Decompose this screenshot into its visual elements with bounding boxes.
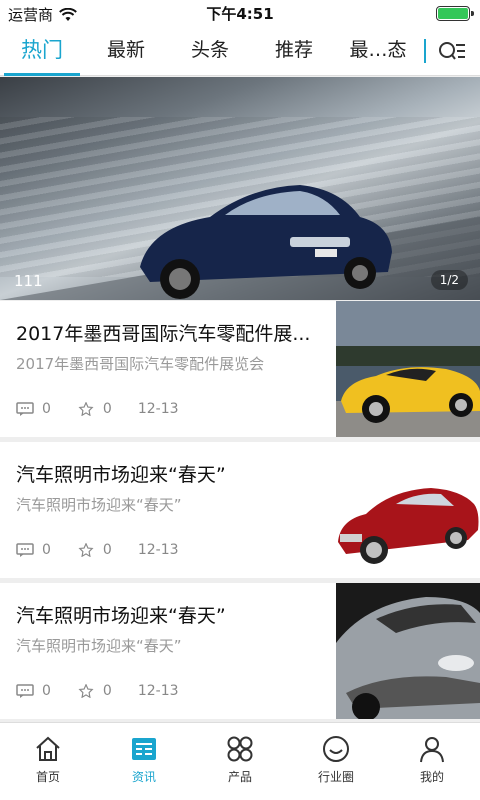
battery-icon <box>436 6 474 21</box>
tab-latest-news[interactable]: 最…态 <box>336 26 420 76</box>
news-icon <box>132 738 156 760</box>
home-icon <box>36 736 60 761</box>
news-date: 12-13 <box>137 683 179 699</box>
news-title: 汽车照明市场迎来“春天” <box>16 464 226 486</box>
banner-caption: 111 <box>14 272 43 290</box>
comment-count: 0 <box>42 542 51 558</box>
banner-pager: 1/2 <box>430 270 468 290</box>
news-item[interactable]: 2017年墨西哥国际汽车零配件展... 2017年墨西哥国际汽车零配件展览会 0… <box>0 301 480 437</box>
news-summary: 汽车照明市场迎来“春天” <box>16 496 182 514</box>
nav-news-label: 资讯 <box>131 770 156 784</box>
banner-carousel[interactable]: 111 1/2 <box>0 77 480 300</box>
tab-headlines[interactable]: 头条 <box>168 26 252 76</box>
star-icon <box>78 402 94 416</box>
news-meta: 0 0 12-13 <box>16 542 179 558</box>
news-item[interactable]: 汽车照明市场迎来“春天” 汽车照明市场迎来“春天” 0 0 12-13 <box>0 583 480 719</box>
news-meta: 0 0 12-13 <box>16 683 179 699</box>
category-tabs: 热门 最新 头条 推荐 最…态 <box>0 26 480 76</box>
nav-products[interactable]: 产品 <box>192 723 288 800</box>
star-count: 0 <box>102 401 112 417</box>
tab-hot[interactable]: 热门 <box>0 26 84 76</box>
grid-icon <box>227 736 253 762</box>
nav-industry-circle[interactable]: 行业圈 <box>288 723 384 800</box>
comment-icon <box>16 402 34 416</box>
nav-profile-label: 我的 <box>419 770 444 784</box>
news-thumbnail <box>336 583 480 719</box>
app-screen: 运营商 下午4:51 热门 最新 头条 推荐 最…态 111 1/2 2017年… <box>0 0 480 800</box>
nav-news[interactable]: 资讯 <box>96 723 192 800</box>
comment-icon <box>16 543 34 557</box>
news-date: 12-13 <box>137 542 179 558</box>
yellow-car-image <box>336 301 480 437</box>
tab-divider <box>424 39 426 63</box>
news-date: 12-13 <box>137 401 179 417</box>
comment-icon <box>16 684 34 698</box>
status-bar: 运营商 下午4:51 <box>0 0 480 26</box>
news-thumbnail <box>336 301 480 437</box>
nav-products-label: 产品 <box>227 770 252 784</box>
star-icon <box>78 543 94 557</box>
tab-latest[interactable]: 最新 <box>84 26 168 76</box>
comment-count: 0 <box>42 683 51 699</box>
banner-car-image <box>0 185 480 300</box>
red-car-image <box>336 442 480 578</box>
news-summary: 2017年墨西哥国际汽车零配件展览会 <box>16 355 265 373</box>
news-title: 汽车照明市场迎来“春天” <box>16 605 226 627</box>
status-time: 下午4:51 <box>206 5 274 23</box>
nav-profile[interactable]: 我的 <box>384 723 480 800</box>
star-count: 0 <box>102 683 112 699</box>
news-item[interactable]: 汽车照明市场迎来“春天” 汽车照明市场迎来“春天” 0 0 12-13 <box>0 442 480 578</box>
nav-home-label: 首页 <box>35 770 60 784</box>
tab-recommended[interactable]: 推荐 <box>252 26 336 76</box>
circle-face-icon <box>323 736 349 762</box>
news-thumbnail <box>336 442 480 578</box>
news-summary: 汽车照明市场迎来“春天” <box>16 637 182 655</box>
bottom-nav: 首页 资讯 产品 行业圈 我的 <box>0 722 480 800</box>
news-title: 2017年墨西哥国际汽车零配件展... <box>16 323 311 345</box>
news-meta: 0 0 12-13 <box>16 401 179 417</box>
comment-count: 0 <box>42 401 51 417</box>
star-count: 0 <box>102 542 112 558</box>
star-icon <box>78 684 94 698</box>
nav-home[interactable]: 首页 <box>0 723 96 800</box>
silver-car-image <box>336 583 480 719</box>
nav-industry-circle-label: 行业圈 <box>317 770 354 784</box>
search-menu-icon[interactable] <box>438 40 466 64</box>
person-icon <box>420 737 444 763</box>
